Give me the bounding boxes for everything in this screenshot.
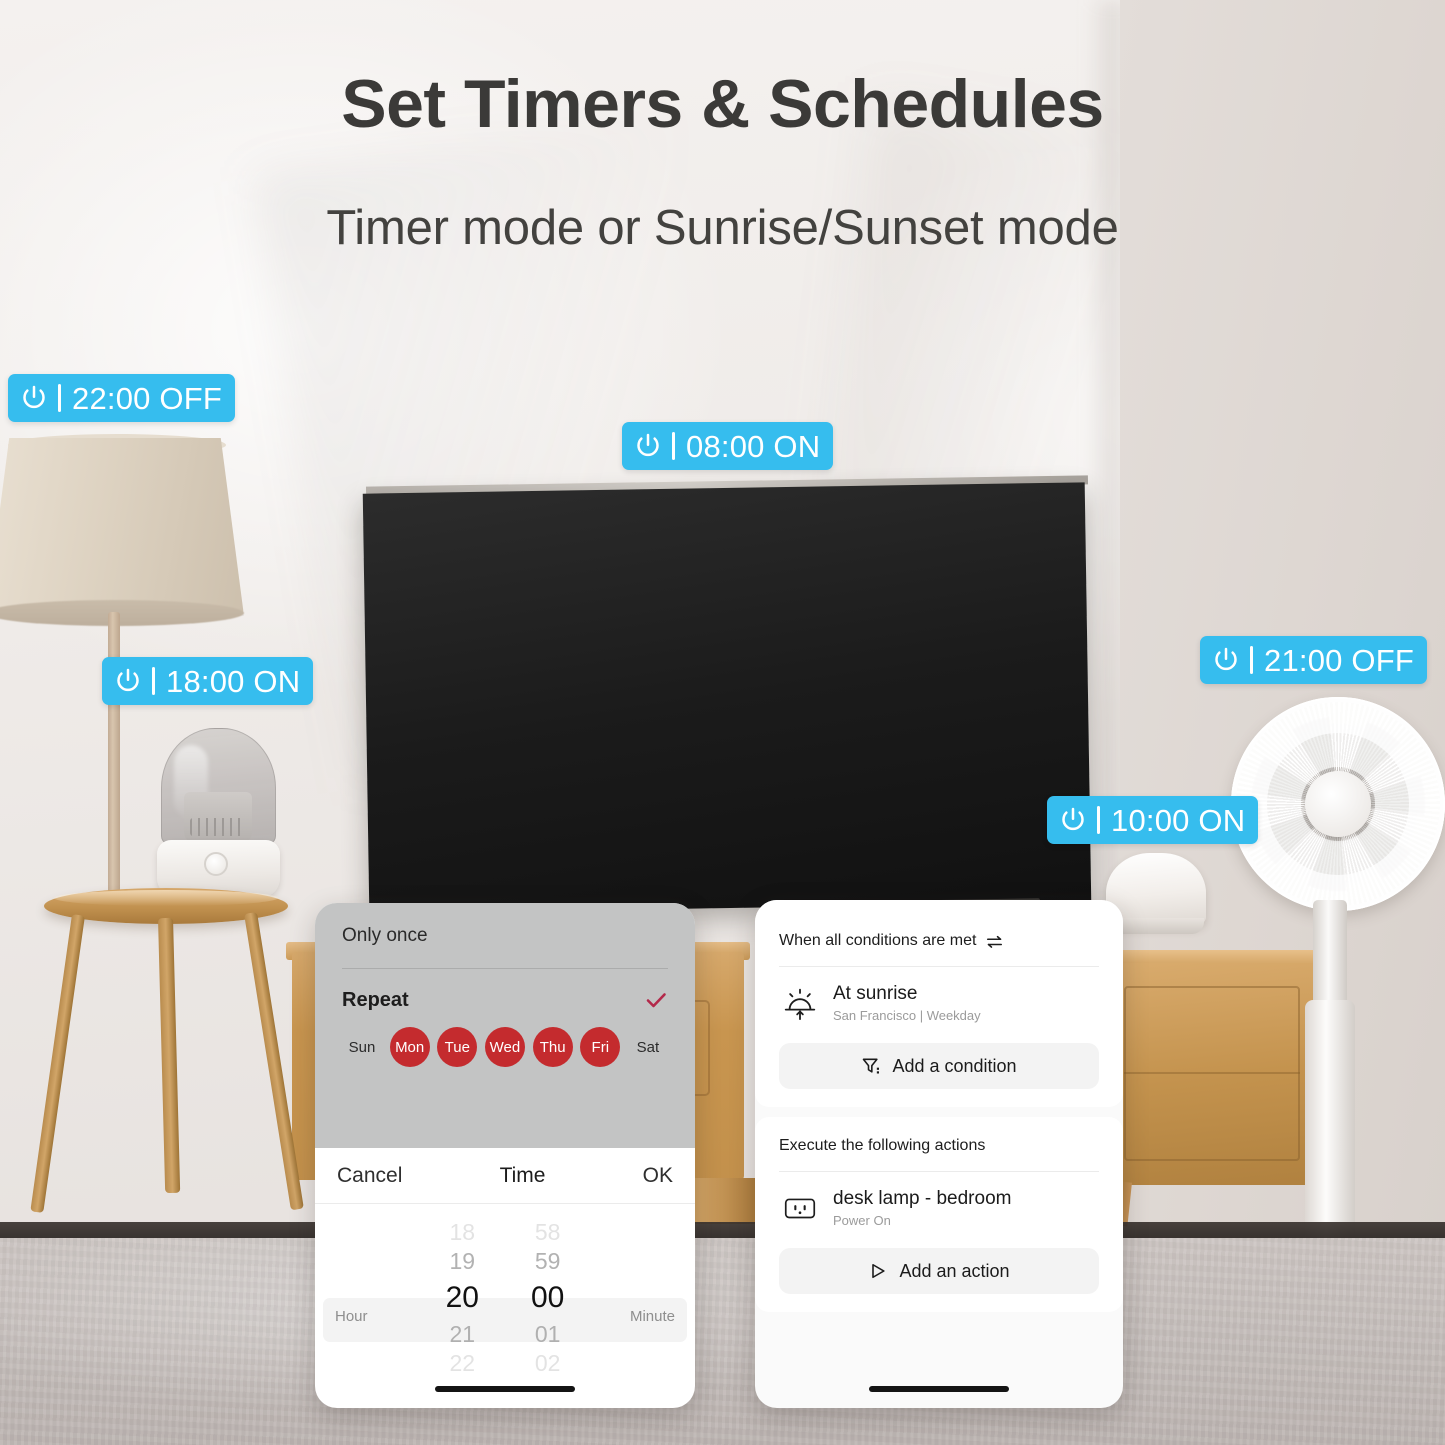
panel-spacer <box>315 1093 695 1148</box>
hour-cell-selected[interactable]: 20 <box>446 1276 479 1320</box>
condition-title: At sunrise <box>833 983 918 1004</box>
floor <box>0 1238 1445 1445</box>
action-subtitle: Power On <box>833 1213 891 1228</box>
day-chip-sat[interactable]: Sat <box>628 1027 668 1067</box>
badge-label: 21:00 OFF <box>1264 642 1414 678</box>
badge-divider <box>1250 646 1253 674</box>
day-chip-sun[interactable]: Sun <box>342 1027 382 1067</box>
power-icon <box>1062 807 1084 831</box>
power-icon <box>637 433 659 457</box>
add-action-button[interactable]: Add an action <box>779 1248 1099 1294</box>
cancel-button[interactable]: Cancel <box>337 1164 402 1188</box>
add-condition-label: Add a condition <box>892 1055 1017 1076</box>
television-screen <box>362 482 1092 914</box>
hour-wheel[interactable]: 18 19 20 21 22 <box>446 1218 479 1378</box>
humidifier-internals <box>184 792 252 844</box>
time-picker-wheels[interactable]: Hour Minute 18 19 20 21 22 58 59 00 01 0… <box>315 1204 695 1379</box>
repeat-day-selector[interactable]: Sun Mon Tue Wed Thu Fri Sat <box>342 1027 668 1067</box>
sunrise-icon <box>784 988 816 1021</box>
condition-text: At sunrise San Francisco | Weekday <box>833 983 981 1023</box>
hour-cell[interactable]: 18 <box>450 1218 476 1247</box>
repeat-settings-section: Only once Repeat Sun Mon Tue Wed Thu Fri… <box>315 903 695 1093</box>
time-picker-sheet: Cancel Time OK Hour Minute 18 19 20 21 2… <box>315 1148 695 1379</box>
badge-label: 08:00 ON <box>686 428 821 464</box>
repeat-label: Repeat <box>342 988 409 1011</box>
schedule-badge-2100-off: 21:00 OFF <box>1200 636 1427 684</box>
minute-wheel[interactable]: 58 59 00 01 02 <box>531 1218 564 1378</box>
badge-label: 18:00 ON <box>166 663 301 699</box>
hour-cell[interactable]: 22 <box>450 1349 476 1378</box>
pedestal-fan-hub <box>1305 771 1371 837</box>
minute-cell[interactable]: 02 <box>535 1349 561 1378</box>
minute-cell-selected[interactable]: 00 <box>531 1276 564 1320</box>
check-icon <box>646 993 666 1008</box>
badge-divider <box>672 432 675 460</box>
power-icon <box>23 385 45 409</box>
day-chip-thu[interactable]: Thu <box>532 1027 573 1067</box>
ok-button[interactable]: OK <box>643 1164 673 1188</box>
day-chip-fri[interactable]: Fri <box>580 1027 621 1067</box>
conditions-header-label: When all conditions are met <box>779 932 977 949</box>
action-title: desk lamp - bedroom <box>833 1188 1012 1209</box>
conditions-header[interactable]: When all conditions are met <box>779 932 1099 966</box>
home-indicator <box>869 1386 1009 1392</box>
page-subtitle: Timer mode or Sunrise/Sunset mode <box>326 201 1119 255</box>
badge-label: 22:00 OFF <box>72 380 222 416</box>
schedule-badge-0800-on: 08:00 ON <box>622 422 834 470</box>
minute-cell[interactable]: 01 <box>535 1320 561 1349</box>
hour-cell[interactable]: 19 <box>450 1247 476 1276</box>
condition-row-sunrise[interactable]: At sunrise San Francisco | Weekday <box>779 967 1099 1037</box>
day-chip-wed[interactable]: Wed <box>484 1027 525 1067</box>
power-icon <box>117 668 139 692</box>
play-outline-icon <box>872 1263 886 1279</box>
actions-card: Execute the following actions desk lamp … <box>755 1117 1123 1312</box>
badge-divider <box>152 667 155 695</box>
time-picker-header: Cancel Time OK <box>315 1148 695 1204</box>
conditions-card: When all conditions are met At sunrise S… <box>755 900 1123 1107</box>
badge-divider <box>1097 806 1100 834</box>
floor-lamp-shade <box>0 438 244 616</box>
power-icon <box>1215 647 1237 671</box>
schedule-badge-2200-off: 22:00 OFF <box>8 374 235 422</box>
filter-icon <box>863 1058 880 1074</box>
floor-texture <box>0 1238 1445 1445</box>
time-picker-title: Time <box>499 1164 546 1187</box>
badge-divider <box>58 384 61 412</box>
action-text: desk lamp - bedroom Power On <box>833 1188 1011 1228</box>
card-gap <box>755 1107 1123 1117</box>
humidifier-power-button <box>204 852 228 876</box>
add-condition-button[interactable]: Add a condition <box>779 1043 1099 1089</box>
day-chip-mon[interactable]: Mon <box>389 1027 430 1067</box>
page-title: Set Timers & Schedules <box>341 66 1104 142</box>
add-action-label: Add an action <box>899 1260 1010 1281</box>
minute-cell[interactable]: 59 <box>535 1247 561 1276</box>
swap-icon <box>987 935 1003 948</box>
action-row-desk-lamp[interactable]: desk lamp - bedroom Power On <box>779 1172 1099 1242</box>
only-once-option[interactable]: Only once <box>342 925 668 968</box>
hour-cell[interactable]: 21 <box>450 1320 476 1349</box>
repeat-option-row[interactable]: Repeat <box>342 969 668 1027</box>
automation-panel: When all conditions are met At sunrise S… <box>755 900 1123 1408</box>
actions-header: Execute the following actions <box>779 1137 1099 1171</box>
outlet-icon <box>784 1198 816 1219</box>
day-chip-tue[interactable]: Tue <box>437 1027 478 1067</box>
actions-header-label: Execute the following actions <box>779 1137 986 1154</box>
schedule-badge-1000-on: 10:00 ON <box>1047 796 1259 844</box>
badge-label: 10:00 ON <box>1111 802 1246 838</box>
timer-schedule-panel: Only once Repeat Sun Mon Tue Wed Thu Fri… <box>315 903 695 1408</box>
minute-cell[interactable]: 58 <box>535 1218 561 1247</box>
side-cabinet-door-seam <box>1124 1072 1300 1074</box>
schedule-badge-1800-on: 18:00 ON <box>102 657 314 705</box>
home-indicator <box>435 1386 575 1392</box>
condition-subtitle: San Francisco | Weekday <box>833 1008 981 1023</box>
pedestal-fan-pole <box>1305 1000 1355 1260</box>
